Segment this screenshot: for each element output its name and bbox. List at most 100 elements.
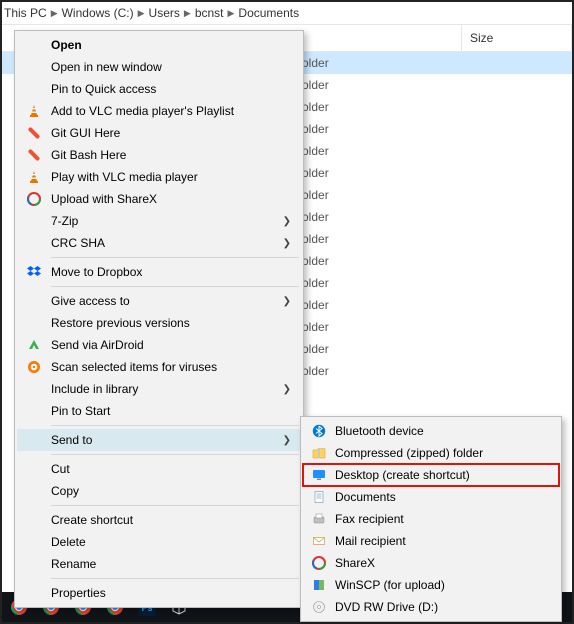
file-type-label: older [302,188,329,202]
menu-label: Cut [51,462,281,476]
menu-cut[interactable]: Cut [17,458,301,480]
fax-icon [309,510,329,528]
breadcrumb-segment[interactable]: Documents [238,6,299,20]
menu-vlc-playlist[interactable]: Add to VLC media player's Playlist [17,100,301,122]
submenu-label: DVD RW Drive (D:) [335,600,551,614]
menu-open-new-window[interactable]: Open in new window [17,56,301,78]
menu-label: Git GUI Here [51,126,281,140]
menu-send-to[interactable]: Send to ❯ [17,429,301,451]
menu-label: Pin to Quick access [51,82,281,96]
menu-label: Git Bash Here [51,148,281,162]
breadcrumb-segment[interactable]: Users [149,6,180,20]
breadcrumb-segment[interactable]: Windows (C:) [62,6,134,20]
menu-git-bash[interactable]: Git Bash Here [17,144,301,166]
chevron-right-icon: ▶ [51,8,58,19]
menu-label: Open [51,38,281,52]
menu-properties[interactable]: Properties [17,582,301,604]
separator [51,425,299,426]
blank-icon [23,380,45,398]
menu-label: Add to VLC media player's Playlist [51,104,281,118]
blank-icon [23,431,45,449]
submenu-bluetooth[interactable]: Bluetooth device [303,420,559,442]
bluetooth-icon [309,422,329,440]
separator [51,578,299,579]
context-menu: Open Open in new window Pin to Quick acc… [14,30,304,608]
menu-copy[interactable]: Copy [17,480,301,502]
menu-give-access[interactable]: Give access to ❯ [17,290,301,312]
breadcrumb-segment[interactable]: This PC [4,6,47,20]
chevron-right-icon: ▶ [228,8,235,19]
submenu-documents[interactable]: Documents [303,486,559,508]
submenu-winscp[interactable]: WinSCP (for upload) [303,574,559,596]
menu-include-library[interactable]: Include in library ❯ [17,378,301,400]
file-type-label: older [302,56,329,70]
menu-label: Move to Dropbox [51,265,281,279]
file-type-label: older [302,210,329,224]
avast-icon [23,358,45,376]
column-header-size[interactable]: Size [462,25,572,51]
blank-icon [23,80,45,98]
airdroid-icon [23,336,45,354]
zip-folder-icon [309,444,329,462]
chevron-right-icon: ❯ [283,296,291,307]
menu-pin-start[interactable]: Pin to Start [17,400,301,422]
breadcrumb-segment[interactable]: bcnst [195,6,224,20]
menu-label: 7-Zip [51,214,281,228]
submenu-label: Compressed (zipped) folder [335,446,551,460]
submenu-dvd[interactable]: DVD RW Drive (D:) [303,596,559,618]
file-type-label: older [302,276,329,290]
menu-open[interactable]: Open [17,34,301,56]
menu-crc-sha[interactable]: CRC SHA ❯ [17,232,301,254]
menu-delete[interactable]: Delete [17,531,301,553]
chevron-right-icon: ▶ [184,8,191,19]
menu-sharex-upload[interactable]: Upload with ShareX [17,188,301,210]
menu-label: Upload with ShareX [51,192,281,206]
menu-label: Properties [51,586,281,600]
menu-7zip[interactable]: 7-Zip ❯ [17,210,301,232]
sharex-icon [309,554,329,572]
submenu-label: Bluetooth device [335,424,551,438]
menu-label: Restore previous versions [51,316,281,330]
menu-restore-previous[interactable]: Restore previous versions [17,312,301,334]
submenu-compressed[interactable]: Compressed (zipped) folder [303,442,559,464]
submenu-label: Mail recipient [335,534,551,548]
menu-dropbox[interactable]: Move to Dropbox [17,261,301,283]
menu-label: Play with VLC media player [51,170,281,184]
file-type-label: older [302,232,329,246]
blank-icon [23,292,45,310]
file-type-label: older [302,78,329,92]
menu-create-shortcut[interactable]: Create shortcut [17,509,301,531]
menu-vlc-play[interactable]: Play with VLC media player [17,166,301,188]
menu-pin-quick-access[interactable]: Pin to Quick access [17,78,301,100]
file-type-label: older [302,144,329,158]
chevron-right-icon: ❯ [283,238,291,249]
send-to-submenu: Bluetooth device Compressed (zipped) fol… [300,416,562,622]
menu-airdroid[interactable]: Send via AirDroid [17,334,301,356]
winscp-icon [309,576,329,594]
submenu-label: ShareX [335,556,551,570]
documents-icon [309,488,329,506]
breadcrumb[interactable]: This PC ▶ Windows (C:) ▶ Users ▶ bcnst ▶… [2,2,572,24]
file-type-label: older [302,364,329,378]
separator [51,505,299,506]
menu-git-gui[interactable]: Git GUI Here [17,122,301,144]
chevron-right-icon: ❯ [283,435,291,446]
menu-label: Send via AirDroid [51,338,281,352]
menu-avast-scan[interactable]: Scan selected items for viruses [17,356,301,378]
submenu-fax[interactable]: Fax recipient [303,508,559,530]
submenu-label: Documents [335,490,551,504]
submenu-desktop-shortcut[interactable]: Desktop (create shortcut) [303,464,559,486]
submenu-sharex[interactable]: ShareX [303,552,559,574]
blank-icon [23,460,45,478]
file-type-label: older [302,100,329,114]
menu-label: Send to [51,433,281,447]
menu-label: Rename [51,557,281,571]
submenu-mail[interactable]: Mail recipient [303,530,559,552]
menu-label: Create shortcut [51,513,281,527]
disc-icon [309,598,329,616]
blank-icon [23,402,45,420]
menu-label: Delete [51,535,281,549]
menu-rename[interactable]: Rename [17,553,301,575]
git-icon [23,146,45,164]
blank-icon [23,584,45,602]
